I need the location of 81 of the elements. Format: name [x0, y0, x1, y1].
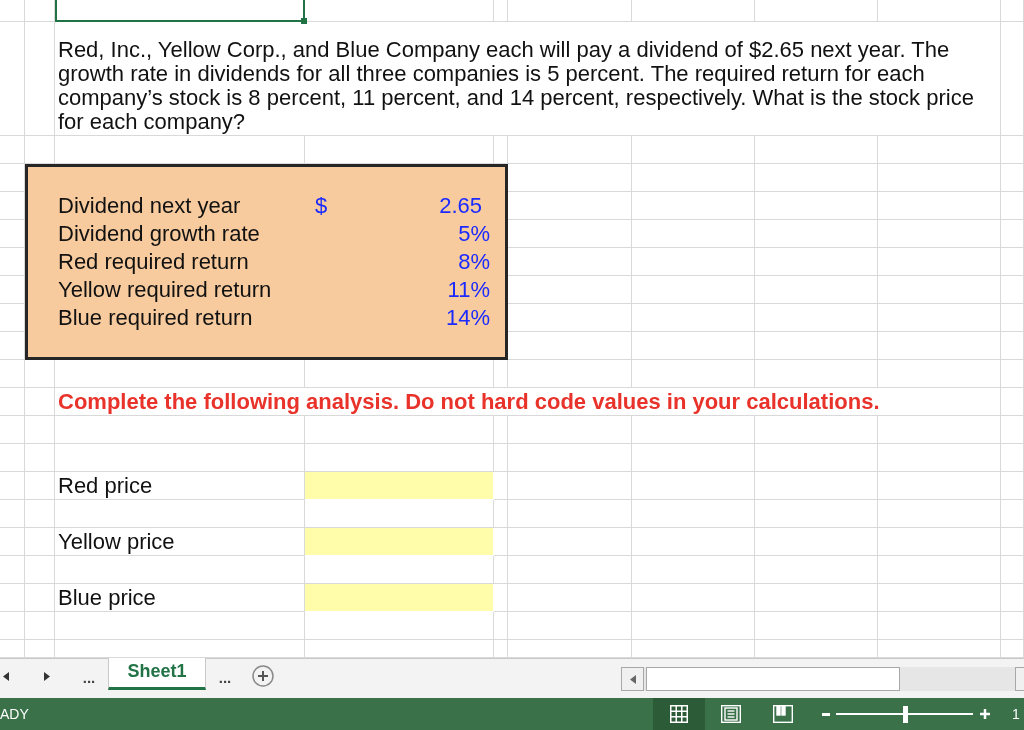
scroll-left-button[interactable] [621, 667, 644, 691]
empty-cell [25, 444, 55, 472]
triangle-left-icon[interactable] [3, 672, 9, 681]
empty-cell [0, 584, 25, 612]
empty-cell [1001, 0, 1024, 22]
empty-cell [0, 0, 25, 22]
answer-label: Red price [58, 472, 153, 499]
empty-cell [1001, 192, 1024, 220]
active-cell[interactable] [55, 0, 305, 22]
empty-cell [25, 612, 55, 640]
page-break-icon [773, 705, 793, 723]
more-tabs-button[interactable]: ... [80, 667, 98, 690]
empty-cell [0, 444, 25, 472]
empty-cell [25, 500, 55, 528]
empty-cell [1001, 136, 1024, 164]
empty-cell [1001, 360, 1024, 388]
empty-cell [0, 472, 25, 500]
empty-cell [0, 360, 25, 388]
input-value: 2.65 [439, 193, 483, 219]
empty-cell [1001, 500, 1024, 528]
empty-cell [494, 444, 508, 472]
slider-thumb[interactable] [902, 705, 908, 723]
page-layout-icon [721, 705, 741, 723]
zoom-percent: 1 [1012, 704, 1021, 724]
input-label: Dividend next year [58, 193, 242, 219]
input-value: 14% [445, 305, 491, 331]
empty-cell [1001, 472, 1024, 500]
fill-handle[interactable] [301, 18, 307, 24]
input-label: Dividend growth rate [58, 221, 261, 247]
add-sheet-icon[interactable] [252, 665, 274, 687]
empty-cell [0, 500, 25, 528]
triangle-left-icon [629, 674, 636, 684]
scrollbar-thumb[interactable] [646, 667, 900, 691]
input-value: 5% [458, 221, 491, 247]
empty-cell [494, 612, 508, 640]
empty-cell [0, 388, 25, 416]
empty-cell [1001, 304, 1024, 332]
empty-cell [1001, 276, 1024, 304]
sheet-tab[interactable]: Sheet1 [108, 658, 206, 690]
answer-label: Blue price [58, 584, 156, 611]
empty-cell [1001, 584, 1024, 612]
grid-icon [670, 705, 688, 723]
empty-cell [494, 0, 508, 22]
view-button[interactable] [653, 698, 705, 730]
empty-cell [1001, 444, 1024, 472]
input-value: 11% [447, 277, 491, 303]
answer-label: Yellow price [58, 528, 175, 555]
empty-cell [1001, 220, 1024, 248]
empty-cell [1001, 416, 1024, 444]
empty-cell [25, 416, 55, 444]
empty-cell [494, 500, 508, 528]
empty-cell [0, 416, 25, 444]
currency-symbol: $ [315, 193, 328, 219]
empty-cell [1001, 612, 1024, 640]
input-label: Yellow required return [58, 277, 273, 303]
answer-field[interactable] [305, 528, 494, 556]
zoom-slider[interactable] [836, 705, 973, 723]
empty-cell [0, 528, 25, 556]
instruction-text: Complete the following analysis. Do not hard code values in your calculations. [58, 388, 880, 415]
empty-cell [0, 136, 25, 164]
input-value: 8% [458, 249, 491, 275]
plus-icon[interactable] [980, 709, 990, 719]
empty-cell [0, 556, 25, 584]
question-text: Red, Inc., Yellow Corp., and Blue Company each will pay a dividend of $2.65 next year. The growth rate in dividends for all three companies is 5 percent. The required return for each company’s stock is 8 percent, 11 percent, and 14 percent, respectively. What is the stock price for each company? [58, 38, 975, 134]
answer-field[interactable] [305, 584, 494, 612]
input-label: Blue required return [58, 305, 254, 331]
empty-cell [0, 612, 25, 640]
empty-cell [1001, 556, 1024, 584]
empty-cell [1001, 164, 1024, 192]
more-tabs-button[interactable]: ... [216, 667, 234, 690]
status-text: ADY [0, 704, 29, 724]
empty-cell [494, 556, 508, 584]
empty-cell [25, 0, 55, 22]
answer-field[interactable] [305, 472, 494, 500]
input-label: Red required return [58, 249, 250, 275]
triangle-right-icon[interactable] [44, 672, 50, 681]
minus-icon[interactable] [822, 712, 830, 716]
empty-cell [1001, 332, 1024, 360]
empty-cell [1001, 248, 1024, 276]
empty-cell [1001, 528, 1024, 556]
empty-cell [25, 556, 55, 584]
